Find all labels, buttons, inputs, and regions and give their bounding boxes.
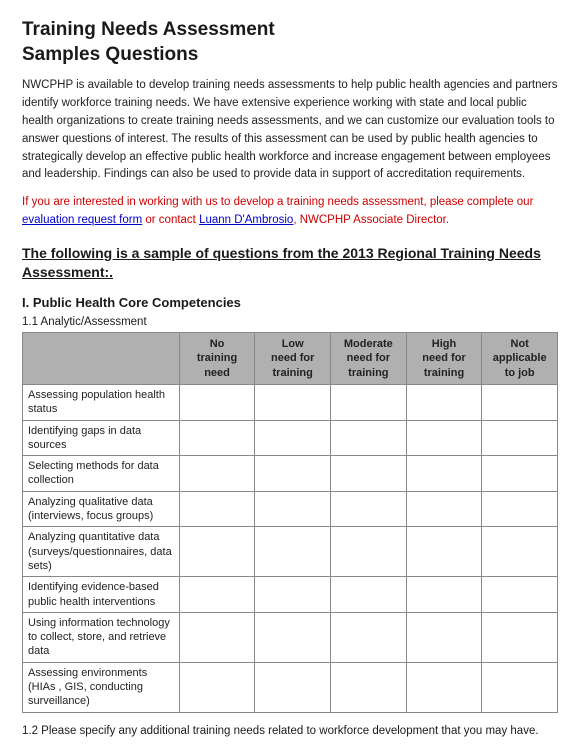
table-cell[interactable] <box>406 662 482 712</box>
col-header-not-applicable: Notapplicableto job <box>482 333 558 385</box>
table-cell[interactable] <box>482 456 558 492</box>
table-cell[interactable] <box>255 662 331 712</box>
table-cell[interactable] <box>255 456 331 492</box>
table-row-label: Selecting methods for data collection <box>23 456 180 492</box>
table-cell[interactable] <box>331 612 407 662</box>
table-cell[interactable] <box>406 456 482 492</box>
table-cell[interactable] <box>331 527 407 577</box>
table-cell[interactable] <box>179 612 255 662</box>
table-cell[interactable] <box>331 491 407 527</box>
table-cell[interactable] <box>406 491 482 527</box>
table-cell[interactable] <box>331 662 407 712</box>
table-cell[interactable] <box>255 491 331 527</box>
table-cell[interactable] <box>482 527 558 577</box>
table-row-label: Analyzing qualitative data (interviews, … <box>23 491 180 527</box>
col-header-moderate: Moderateneed fortraining <box>331 333 407 385</box>
table-cell[interactable] <box>255 577 331 613</box>
subsection-label: 1.1 Analytic/Assessment <box>22 316 558 328</box>
table-cell[interactable] <box>179 662 255 712</box>
table-cell[interactable] <box>179 577 255 613</box>
table-cell[interactable] <box>331 577 407 613</box>
table-cell[interactable] <box>406 577 482 613</box>
intro-paragraph: NWCPHP is available to develop training … <box>22 77 558 184</box>
table-row-label: Analyzing quantitative data (surveys/que… <box>23 527 180 577</box>
table-cell[interactable] <box>331 384 407 420</box>
table-cell[interactable] <box>406 527 482 577</box>
table-cell[interactable] <box>406 384 482 420</box>
table-cell[interactable] <box>331 456 407 492</box>
table-cell[interactable] <box>255 612 331 662</box>
table-cell[interactable] <box>406 420 482 456</box>
table-cell[interactable] <box>406 612 482 662</box>
table-cell[interactable] <box>482 612 558 662</box>
page-title: Training Needs Assessment Samples Questi… <box>22 18 558 67</box>
table-cell[interactable] <box>179 491 255 527</box>
table-cell[interactable] <box>179 456 255 492</box>
table-cell[interactable] <box>482 577 558 613</box>
table-cell[interactable] <box>255 420 331 456</box>
contact-name-link[interactable]: Luann D'Ambrosio <box>199 214 293 226</box>
col-header-row-label <box>23 333 180 385</box>
sample-heading: The following is a sample of questions f… <box>22 244 558 283</box>
col-header-low: Lowneed fortraining <box>255 333 331 385</box>
table-cell[interactable] <box>482 420 558 456</box>
table-cell[interactable] <box>255 384 331 420</box>
table-row-label: Assessing population health status <box>23 384 180 420</box>
col-header-high: Highneed fortraining <box>406 333 482 385</box>
col-header-no-training: Notrainingneed <box>179 333 255 385</box>
footnote: 1.2 Please specify any additional traini… <box>22 725 558 737</box>
evaluation-link[interactable]: evaluation request form <box>22 214 142 226</box>
table-row-label: Assessing environments (HIAs , GIS, cond… <box>23 662 180 712</box>
table-cell[interactable] <box>179 420 255 456</box>
table-cell[interactable] <box>179 527 255 577</box>
table-cell[interactable] <box>179 384 255 420</box>
table-row-label: Identifying gaps in data sources <box>23 420 180 456</box>
assessment-table: Notrainingneed Lowneed fortraining Moder… <box>22 332 558 713</box>
table-cell[interactable] <box>482 491 558 527</box>
table-row-label: Using information technology to collect,… <box>23 612 180 662</box>
table-row-label: Identifying evidence-based public health… <box>23 577 180 613</box>
table-cell[interactable] <box>482 384 558 420</box>
contact-paragraph: If you are interested in working with us… <box>22 194 558 230</box>
table-cell[interactable] <box>331 420 407 456</box>
section-title: I. Public Health Core Competencies <box>22 295 558 310</box>
table-cell[interactable] <box>255 527 331 577</box>
table-cell[interactable] <box>482 662 558 712</box>
